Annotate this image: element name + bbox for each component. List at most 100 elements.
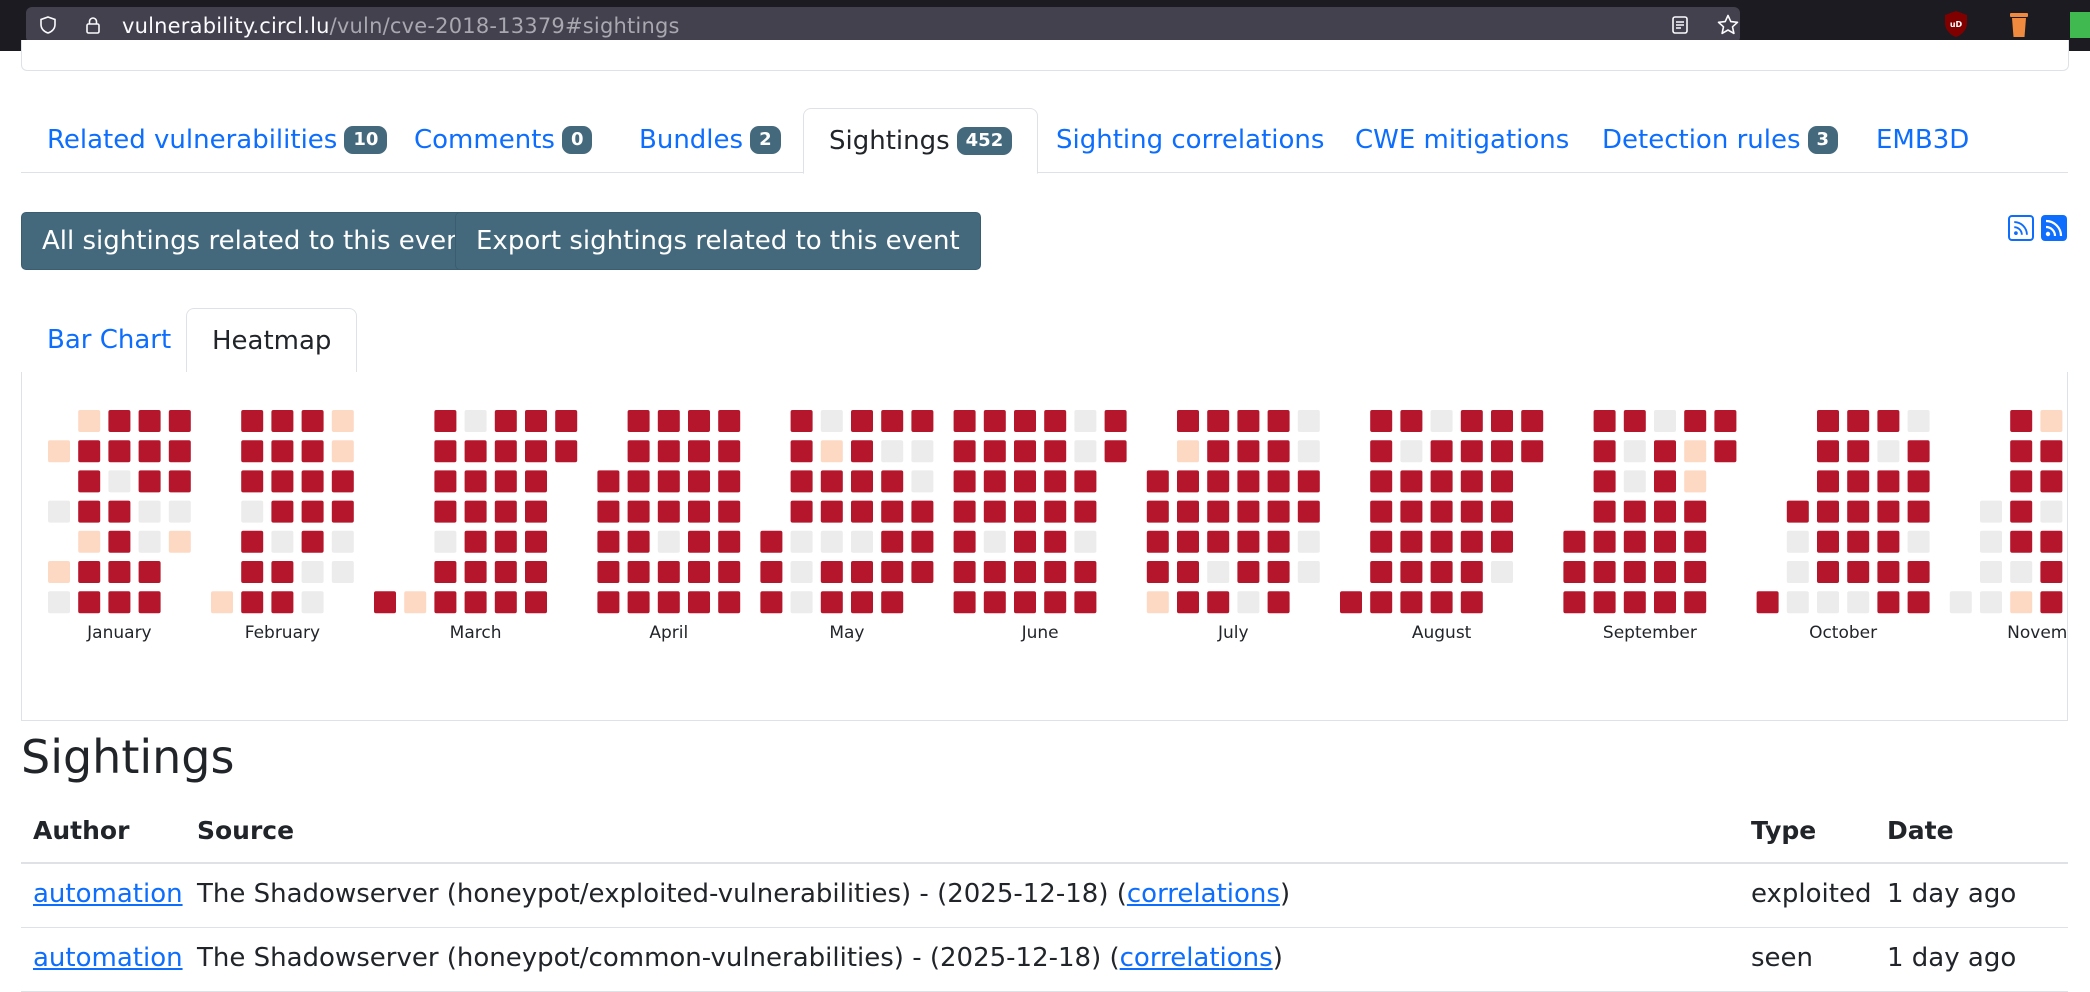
- heatmap-cell[interactable]: [1593, 440, 1616, 463]
- heatmap-cell[interactable]: [78, 591, 101, 614]
- heatmap-cell[interactable]: [851, 591, 873, 614]
- heatmap-cell[interactable]: [597, 530, 620, 553]
- tab-sighting-correlations[interactable]: Sighting correlations: [1056, 108, 1324, 172]
- heatmap-cell[interactable]: [657, 591, 680, 614]
- heatmap-cell[interactable]: [851, 500, 873, 523]
- heatmap-cell[interactable]: [1877, 561, 1900, 583]
- heatmap-cell[interactable]: [404, 591, 427, 614]
- heatmap-cell[interactable]: [434, 530, 457, 553]
- heatmap-cell[interactable]: [597, 591, 620, 614]
- heatmap-cell[interactable]: [1460, 470, 1483, 493]
- heatmap-cell[interactable]: [881, 500, 904, 523]
- heatmap-cell[interactable]: [820, 530, 843, 553]
- tab-sightings[interactable]: Sightings 452: [803, 108, 1039, 174]
- heatmap-cell[interactable]: [820, 561, 843, 583]
- heatmap-cell[interactable]: [48, 561, 70, 583]
- heatmap-cell[interactable]: [331, 561, 354, 583]
- heatmap-cell[interactable]: [1074, 591, 1097, 614]
- heatmap-cell[interactable]: [1207, 440, 1230, 463]
- heatmap-cell[interactable]: [1847, 440, 1870, 463]
- heatmap-cell[interactable]: [1907, 561, 1930, 583]
- heatmap-cell[interactable]: [1623, 591, 1646, 614]
- heatmap-cell[interactable]: [1786, 500, 1809, 523]
- heatmap-cell[interactable]: [1756, 591, 1779, 614]
- heatmap-cell[interactable]: [331, 530, 354, 553]
- heatmap-cell[interactable]: [108, 591, 131, 614]
- heatmap-cell[interactable]: [627, 591, 650, 614]
- heatmap-cell[interactable]: [464, 470, 487, 493]
- heatmap-cell[interactable]: [718, 440, 741, 463]
- heatmap-cell[interactable]: [1177, 500, 1199, 523]
- heatmap-cell[interactable]: [1400, 470, 1423, 493]
- heatmap-cell[interactable]: [1623, 470, 1646, 493]
- heatmap-cell[interactable]: [138, 500, 161, 523]
- tab-emb3d[interactable]: EMB3D: [1876, 108, 1969, 172]
- heatmap-cell[interactable]: [2010, 591, 2033, 614]
- heatmap-cell[interactable]: [983, 410, 1006, 432]
- export-sightings-button[interactable]: Export sightings related to this event: [455, 212, 981, 270]
- heatmap-cell[interactable]: [1297, 561, 1320, 583]
- heatmap-cell[interactable]: [1491, 410, 1513, 432]
- heatmap-cell[interactable]: [1654, 591, 1676, 614]
- heatmap-cell[interactable]: [78, 500, 101, 523]
- heatmap-cell[interactable]: [881, 591, 904, 614]
- heatmap-cell[interactable]: [271, 440, 294, 463]
- heatmap-cell[interactable]: [1786, 561, 1809, 583]
- heatmap-cell[interactable]: [2010, 530, 2033, 553]
- heatmap-cell[interactable]: [241, 591, 264, 614]
- heatmap-cell[interactable]: [718, 530, 741, 553]
- heatmap-cell[interactable]: [2010, 561, 2033, 583]
- heatmap-cell[interactable]: [1267, 561, 1290, 583]
- heatmap-cell[interactable]: [1267, 500, 1290, 523]
- heatmap-cell[interactable]: [464, 530, 487, 553]
- heatmap-cell[interactable]: [1491, 470, 1513, 493]
- atom-feed-icon[interactable]: [2041, 215, 2067, 241]
- heatmap-cell[interactable]: [953, 591, 976, 614]
- heatmap-cell[interactable]: [138, 410, 161, 432]
- heatmap-cell[interactable]: [597, 470, 620, 493]
- bookmark-star-icon[interactable]: [1716, 13, 1740, 37]
- heatmap-cell[interactable]: [168, 470, 191, 493]
- heatmap-cell[interactable]: [881, 561, 904, 583]
- address-bar[interactable]: vulnerability.circl.lu/vuln/cve-2018-133…: [26, 7, 1740, 43]
- heatmap-cell[interactable]: [688, 470, 710, 493]
- heatmap-cell[interactable]: [78, 561, 101, 583]
- heatmap-cell[interactable]: [1593, 530, 1616, 553]
- heatmap-cell[interactable]: [627, 561, 650, 583]
- heatmap-cell[interactable]: [820, 470, 843, 493]
- heatmap-cell[interactable]: [1297, 410, 1320, 432]
- heatmap-cell[interactable]: [1044, 591, 1067, 614]
- heatmap-cell[interactable]: [1786, 591, 1809, 614]
- heatmap-cell[interactable]: [434, 410, 457, 432]
- heatmap-cell[interactable]: [881, 470, 904, 493]
- heatmap-cell[interactable]: [2040, 410, 2063, 432]
- heatmap-cell[interactable]: [78, 470, 101, 493]
- heatmap-cell[interactable]: [688, 440, 710, 463]
- heatmap-cell[interactable]: [241, 561, 264, 583]
- heatmap-cell[interactable]: [790, 500, 813, 523]
- heatmap-cell[interactable]: [1817, 530, 1839, 553]
- tab-detection-rules[interactable]: Detection rules 3: [1602, 108, 1839, 172]
- tab-cwe-mitigations[interactable]: CWE mitigations: [1355, 108, 1569, 172]
- heatmap-cell[interactable]: [657, 470, 680, 493]
- heatmap-cell[interactable]: [1267, 410, 1290, 432]
- heatmap-cell[interactable]: [1817, 410, 1839, 432]
- heatmap-cell[interactable]: [820, 500, 843, 523]
- heatmap-cell[interactable]: [1297, 500, 1320, 523]
- correlations-link[interactable]: correlations: [1120, 943, 1273, 973]
- heatmap-cell[interactable]: [657, 530, 680, 553]
- heatmap-cell[interactable]: [168, 440, 191, 463]
- heatmap-cell[interactable]: [525, 530, 547, 553]
- heatmap-cell[interactable]: [1949, 591, 1972, 614]
- heatmap-cell[interactable]: [1654, 410, 1676, 432]
- heatmap-cell[interactable]: [1491, 561, 1513, 583]
- heatmap-cell[interactable]: [1563, 530, 1586, 553]
- heatmap-cell[interactable]: [1563, 591, 1586, 614]
- heatmap-cell[interactable]: [718, 410, 741, 432]
- heatmap-cell[interactable]: [271, 561, 294, 583]
- heatmap-cell[interactable]: [464, 440, 487, 463]
- heatmap-cell[interactable]: [1593, 500, 1616, 523]
- heatmap-cell[interactable]: [1044, 561, 1067, 583]
- heatmap-cell[interactable]: [434, 470, 457, 493]
- heatmap-cell[interactable]: [374, 591, 396, 614]
